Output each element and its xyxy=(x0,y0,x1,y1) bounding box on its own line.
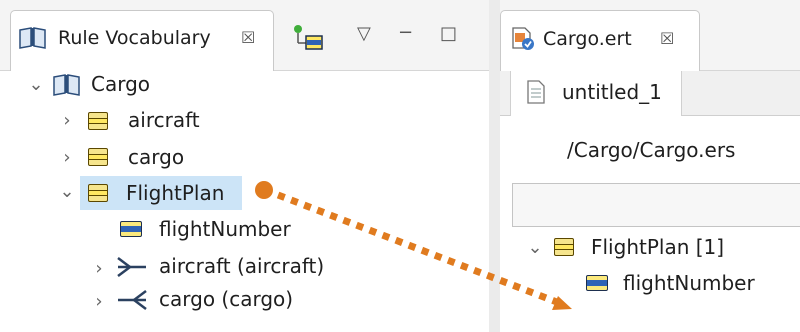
drag-path-line xyxy=(263,186,564,308)
drag-annotation xyxy=(255,181,572,310)
drag-start-dot xyxy=(255,181,273,199)
